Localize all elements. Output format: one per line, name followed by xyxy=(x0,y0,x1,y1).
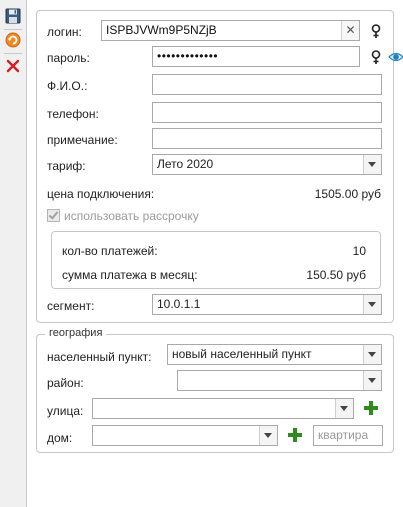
connection-price-label: цена подключения: xyxy=(47,187,155,201)
house-select[interactable] xyxy=(92,425,278,446)
monthly-payment-value: 150.50 руб xyxy=(306,268,366,282)
tariff-value: Лето 2020 xyxy=(157,157,214,171)
left-toolbar xyxy=(0,0,27,507)
fio-field[interactable] xyxy=(152,74,382,95)
tariff-select[interactable]: Лето 2020 xyxy=(152,154,382,175)
chevron-down-icon[interactable] xyxy=(363,345,381,364)
note-field[interactable] xyxy=(152,128,382,149)
segment-value: 10.0.1.1 xyxy=(157,297,201,311)
street-select[interactable] xyxy=(92,398,354,419)
street-label: улица: xyxy=(47,404,84,418)
apartment-field[interactable]: квартира xyxy=(313,425,383,446)
floppy-disk-icon[interactable] xyxy=(5,8,21,24)
chevron-down-icon[interactable] xyxy=(363,295,381,314)
eye-icon[interactable] xyxy=(388,49,403,65)
locality-label: населенный пункт: xyxy=(47,350,152,364)
clear-login-icon[interactable]: ✕ xyxy=(341,21,359,40)
phone-field[interactable] xyxy=(152,102,382,123)
locality-value: новый населенный пункт xyxy=(172,347,312,361)
segment-select[interactable]: 10.0.1.1 xyxy=(152,294,382,315)
district-select[interactable] xyxy=(177,370,382,391)
login-value: ISPBJVWm9P5NZjB xyxy=(106,23,217,37)
installment-label: использовать рассрочку xyxy=(64,209,199,223)
chevron-down-icon[interactable] xyxy=(363,371,381,390)
installment-details: кол-во платежей: 10 сумма платежа в меся… xyxy=(51,231,381,289)
add-street-icon[interactable] xyxy=(363,400,379,416)
connection-price-value: 1505.00 руб xyxy=(314,187,381,201)
locality-select[interactable]: новый населенный пункт xyxy=(167,344,382,365)
tariff-label: тариф: xyxy=(47,159,86,173)
apartment-placeholder: квартира xyxy=(318,428,369,442)
subscriber-form-panel: логин: ISPBJVWm9P5NZjB ✕ пароль: •••••••… xyxy=(36,10,403,323)
fio-label: Ф.И.О.: xyxy=(47,79,88,93)
login-label: логин: xyxy=(47,25,82,39)
login-field[interactable]: ISPBJVWm9P5NZjB ✕ xyxy=(101,20,360,41)
password-field[interactable]: ••••••••••••• xyxy=(152,46,360,67)
toolbar-divider xyxy=(4,29,22,30)
toolbar-divider xyxy=(4,53,22,54)
chevron-down-icon[interactable] xyxy=(259,426,277,445)
password-label: пароль: xyxy=(47,51,90,65)
payments-count-label: кол-во платежей: xyxy=(62,244,158,258)
monthly-payment-label: сумма платежа в месяц: xyxy=(62,268,198,282)
generate-login-icon[interactable] xyxy=(368,23,384,39)
geography-fieldset: география населенный пункт: новый населе… xyxy=(36,327,394,453)
note-label: примечание: xyxy=(47,133,118,147)
add-house-icon[interactable] xyxy=(287,427,303,443)
district-label: район: xyxy=(47,376,84,390)
checkbox-check-icon xyxy=(47,209,60,222)
house-label: дом: xyxy=(47,431,73,445)
red-x-icon[interactable] xyxy=(5,58,21,74)
payments-count-value: 10 xyxy=(352,244,366,258)
chevron-down-icon[interactable] xyxy=(363,155,381,174)
chevron-down-icon[interactable] xyxy=(335,399,353,418)
segment-label: сегмент: xyxy=(47,299,95,313)
phone-label: телефон: xyxy=(47,107,99,121)
refresh-icon[interactable] xyxy=(5,32,21,48)
installment-checkbox[interactable]: использовать рассрочку xyxy=(47,209,199,223)
geography-legend: география xyxy=(45,327,107,339)
generate-password-icon[interactable] xyxy=(368,49,384,65)
